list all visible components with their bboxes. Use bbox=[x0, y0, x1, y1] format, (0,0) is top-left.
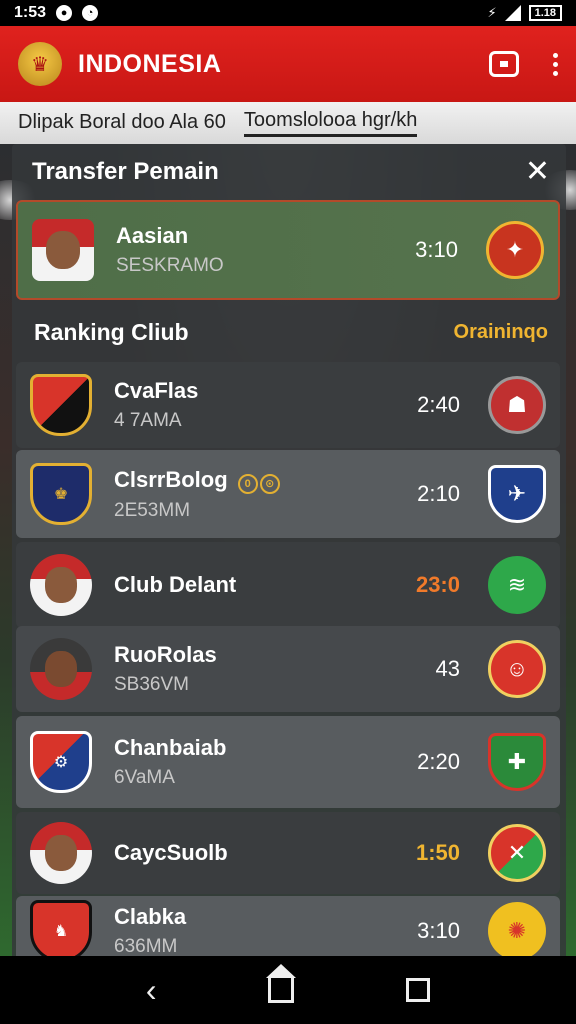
item-time: 2:40 bbox=[417, 392, 460, 417]
item-time: 2:20 bbox=[417, 749, 460, 774]
club-badge-icon: ✦ bbox=[486, 221, 544, 279]
cast-icon[interactable] bbox=[489, 51, 519, 77]
list-item[interactable]: CvaFlas 4 7AMA 2:40 ☗ bbox=[16, 362, 560, 448]
player-name: Aasian bbox=[116, 223, 189, 248]
more-vert-icon[interactable] bbox=[553, 52, 558, 76]
item-name: RuoRolas bbox=[114, 642, 217, 667]
list-item[interactable]: ♚ ClsrrBolog 0 ⊙ 2E53MM 2:10 ✈ bbox=[16, 450, 560, 538]
battery-level: 1.18 bbox=[534, 7, 556, 19]
transfer-time: 3:10 bbox=[415, 237, 458, 262]
list-item[interactable]: Club Delant 23:0 ≋ bbox=[16, 542, 560, 628]
club-badge-icon: ≋ bbox=[488, 556, 546, 614]
medal-icon: 0 ⊙ bbox=[237, 473, 280, 494]
item-time: 1:50 bbox=[415, 840, 460, 865]
recents-icon[interactable] bbox=[406, 978, 431, 1002]
crest-icon: ♛ bbox=[18, 42, 62, 86]
status-bar: 1:53 ● ◔ ⚡ 1.18 bbox=[0, 0, 576, 26]
tab-bar: Dlipak Boral doo Ala 60 Toomslolooa hgr/… bbox=[0, 102, 576, 144]
battery-icon: 1.18 bbox=[528, 5, 562, 21]
item-name: CvaFlas bbox=[114, 378, 199, 403]
featured-transfer[interactable]: Aasian SESKRAMO 3:10 ✦ bbox=[16, 200, 560, 300]
club-badge-icon: ✺ bbox=[488, 902, 546, 960]
item-time: 2:10 bbox=[417, 481, 460, 506]
item-time: 43 bbox=[435, 656, 460, 681]
item-name: Chanbaiab bbox=[114, 735, 227, 760]
wifi-icon: ⚡ bbox=[487, 5, 497, 20]
item-name: Clabka bbox=[114, 904, 187, 929]
item-name: CaycSuolb bbox=[114, 840, 228, 865]
signal-icon bbox=[504, 5, 521, 21]
club-shield-icon: ♞ bbox=[30, 900, 92, 962]
app-bar: ♛ INDONESIA bbox=[0, 26, 576, 102]
club-badge-icon: ✈ bbox=[488, 465, 546, 523]
panel-title: Transfer Pemain bbox=[32, 158, 219, 185]
app-title: INDONESIA bbox=[78, 49, 222, 78]
player-avatar bbox=[30, 638, 92, 700]
section-title: Ranking Cliub bbox=[34, 318, 189, 345]
item-sub: 6VaMA bbox=[114, 767, 175, 788]
transfer-panel: Transfer Pemain ✕ Aasian SESKRAMO 3:10 ✦… bbox=[12, 144, 566, 966]
close-icon[interactable]: ✕ bbox=[525, 157, 550, 187]
club-badge-icon: ☺ bbox=[488, 640, 546, 698]
tab-2[interactable]: Toomslolooa hgr/kh bbox=[243, 109, 418, 137]
item-time: 23:0 bbox=[415, 572, 460, 597]
item-time: 3:10 bbox=[417, 918, 460, 943]
item-sub: 4 7AMA bbox=[114, 410, 182, 431]
item-name: ClsrrBolog 0 ⊙ bbox=[114, 467, 380, 494]
list-item[interactable]: RuoRolas SB36VM 43 ☺ bbox=[16, 626, 560, 712]
player-avatar bbox=[30, 822, 92, 884]
section-link[interactable]: Oraininqo bbox=[454, 321, 548, 344]
club-shield-icon: ♚ bbox=[30, 463, 92, 525]
club-badge-icon: ☗ bbox=[488, 376, 546, 434]
status-time: 1:53 bbox=[14, 4, 47, 21]
item-sub: SB36VM bbox=[114, 674, 189, 695]
clock-icon: ◔ bbox=[82, 5, 99, 21]
player-sub: SESKRAMO bbox=[116, 255, 224, 276]
club-badge-icon: ✚ bbox=[488, 733, 546, 791]
player-avatar bbox=[30, 554, 92, 616]
item-sub: 636MM bbox=[114, 936, 178, 957]
nav-bar: ‹ bbox=[0, 956, 576, 1024]
back-icon[interactable]: ‹ bbox=[146, 972, 157, 1009]
notification-icon: ● bbox=[56, 5, 73, 21]
club-shield-icon: ⚙ bbox=[30, 731, 92, 793]
list-item[interactable]: ⚙ Chanbaiab 6VaMA 2:20 ✚ bbox=[16, 716, 560, 808]
club-badge-icon: ✕ bbox=[488, 824, 546, 882]
item-sub: 2E53MM bbox=[114, 499, 191, 521]
player-avatar bbox=[32, 219, 94, 281]
home-icon[interactable] bbox=[266, 964, 297, 1003]
club-shield-icon bbox=[30, 374, 92, 436]
item-name: Club Delant bbox=[114, 572, 237, 597]
list-item[interactable]: CaycSuolb 1:50 ✕ bbox=[16, 812, 560, 894]
tab-1[interactable]: Dlipak Boral doo Ala 60 bbox=[18, 111, 226, 136]
